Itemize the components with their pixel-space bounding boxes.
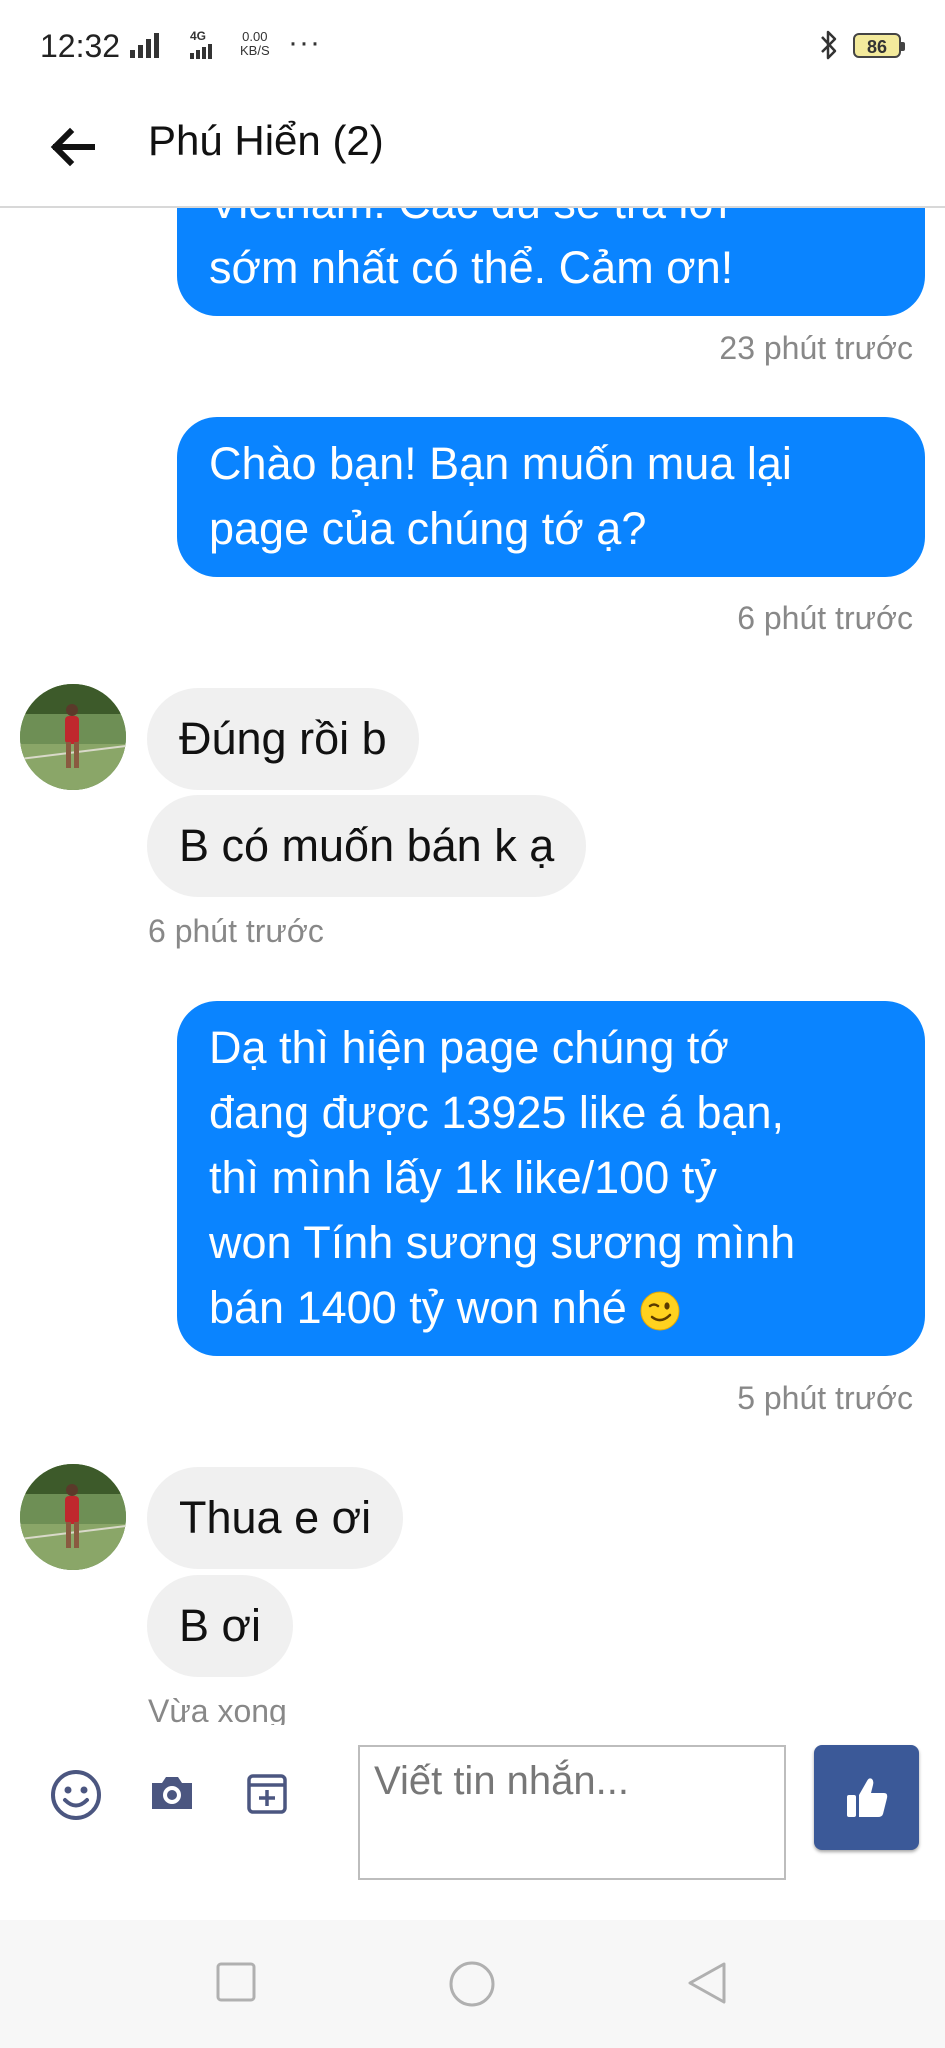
emoji-icon[interactable]	[50, 1769, 102, 1821]
incoming-message[interactable]: B có muốn bán k ạ	[147, 795, 587, 897]
message-line: page của chúng tớ ạ?	[209, 503, 647, 554]
speed-unit: KB/S	[240, 43, 270, 58]
arrow-left-icon[interactable]	[48, 123, 96, 171]
message-line: won Tính sương sương mình	[209, 1217, 796, 1268]
message-line: thì mình lấy 1k like/100 tỷ	[209, 1152, 717, 1203]
network-label: 4G	[190, 29, 207, 43]
wink-emoji-icon	[640, 1291, 680, 1331]
message-composer	[0, 1725, 945, 1920]
message-timestamp: 23 phút trước	[719, 330, 913, 366]
incoming-message[interactable]: Đúng rồi b	[147, 688, 419, 790]
message-line: sớm nhất có thể. Cảm ơn!	[209, 242, 734, 293]
message-timestamp: 6 phút trước	[148, 913, 324, 949]
network-type: 4G	[190, 30, 212, 59]
recent-apps-icon[interactable]	[216, 1962, 256, 2002]
outgoing-message[interactable]: Vietnam. Các đủ sẽ trả lời sớm nhất có t…	[177, 208, 925, 316]
avatar-photo	[20, 1464, 126, 1570]
incoming-message[interactable]: B ơi	[147, 1575, 294, 1677]
more-notifications-icon: ···	[288, 26, 321, 59]
sticker-icon[interactable]	[246, 1773, 288, 1815]
like-icon	[846, 1777, 887, 1817]
system-navigation-bar	[0, 1920, 945, 2048]
chat-header: Phú Hiển (2)	[0, 95, 945, 208]
message-line: đang được 13925 like á bạn,	[209, 1087, 785, 1138]
message-line: Chào bạn! Bạn muốn mua lại	[209, 438, 792, 489]
message-line: Dạ thì hiện page chúng tớ	[209, 1022, 729, 1073]
conversation-title: Phú Hiển (2)	[148, 117, 384, 164]
incoming-message[interactable]: Thua e ơi	[147, 1467, 404, 1569]
network-speed: 0.00 KB/S	[240, 30, 270, 58]
speed-value: 0.00	[242, 29, 268, 44]
camera-icon[interactable]	[148, 1773, 196, 1813]
contact-avatar[interactable]	[20, 684, 126, 790]
battery-icon: 86	[853, 33, 905, 58]
message-line-text: bán 1400 tỷ won nhé	[209, 1282, 627, 1333]
signal-icon-2	[190, 44, 212, 59]
back-triangle-icon[interactable]	[686, 1960, 728, 2006]
clock: 12:32	[40, 28, 121, 64]
like-button[interactable]	[814, 1745, 919, 1850]
outgoing-message[interactable]: Dạ thì hiện page chúng tớ đang được 1392…	[177, 1001, 925, 1356]
message-list[interactable]: Vietnam. Các đủ sẽ trả lời sớm nhất có t…	[0, 208, 945, 1725]
contact-avatar[interactable]	[20, 1464, 126, 1570]
home-icon[interactable]	[448, 1960, 496, 2008]
avatar-photo	[20, 684, 126, 790]
signal-icon	[130, 30, 159, 58]
message-timestamp: 6 phút trước	[737, 600, 913, 636]
message-line: Vietnam. Các đủ sẽ trả lời	[209, 208, 893, 235]
message-timestamp: Vừa xong	[148, 1693, 287, 1725]
message-input[interactable]	[358, 1745, 786, 1880]
status-bar: 12:32 4G 0.00 KB/S ··· 86	[0, 0, 945, 95]
message-timestamp: 5 phút trước	[737, 1380, 913, 1416]
message-line: bán 1400 tỷ won nhé	[209, 1275, 893, 1340]
outgoing-message[interactable]: Chào bạn! Bạn muốn mua lại page của chún…	[177, 417, 925, 577]
bluetooth-icon	[821, 30, 837, 60]
